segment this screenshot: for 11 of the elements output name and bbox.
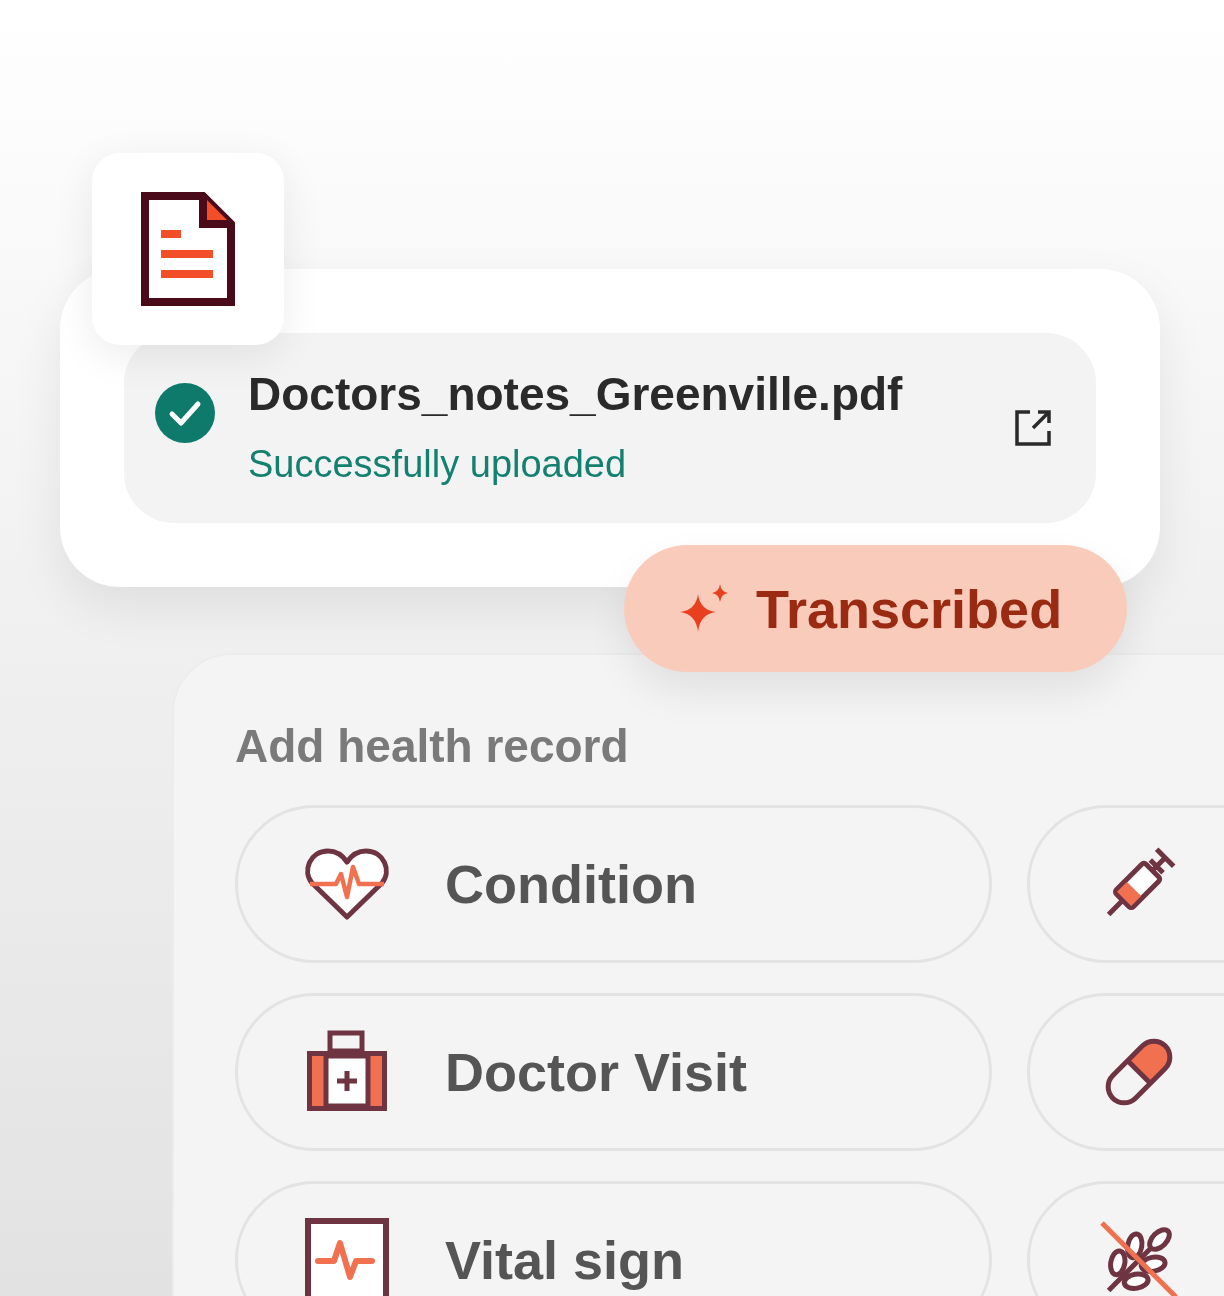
record-type-button[interactable]: Condition bbox=[235, 805, 992, 963]
check-circle-icon bbox=[154, 382, 216, 444]
external-link-icon[interactable] bbox=[1014, 409, 1052, 447]
panel-title: Add health record bbox=[235, 719, 630, 773]
record-type-button[interactable]: Vital sign bbox=[235, 1181, 992, 1296]
document-icon bbox=[141, 192, 235, 306]
vital-signs-icon bbox=[304, 1217, 390, 1296]
file-name: Doctors_notes_Greenville.pdf bbox=[248, 366, 904, 421]
upload-status: Successfully uploaded bbox=[248, 442, 628, 486]
record-type-button[interactable]: Doctor Visit bbox=[235, 993, 992, 1151]
badge-label: Transcribed bbox=[756, 577, 1063, 640]
